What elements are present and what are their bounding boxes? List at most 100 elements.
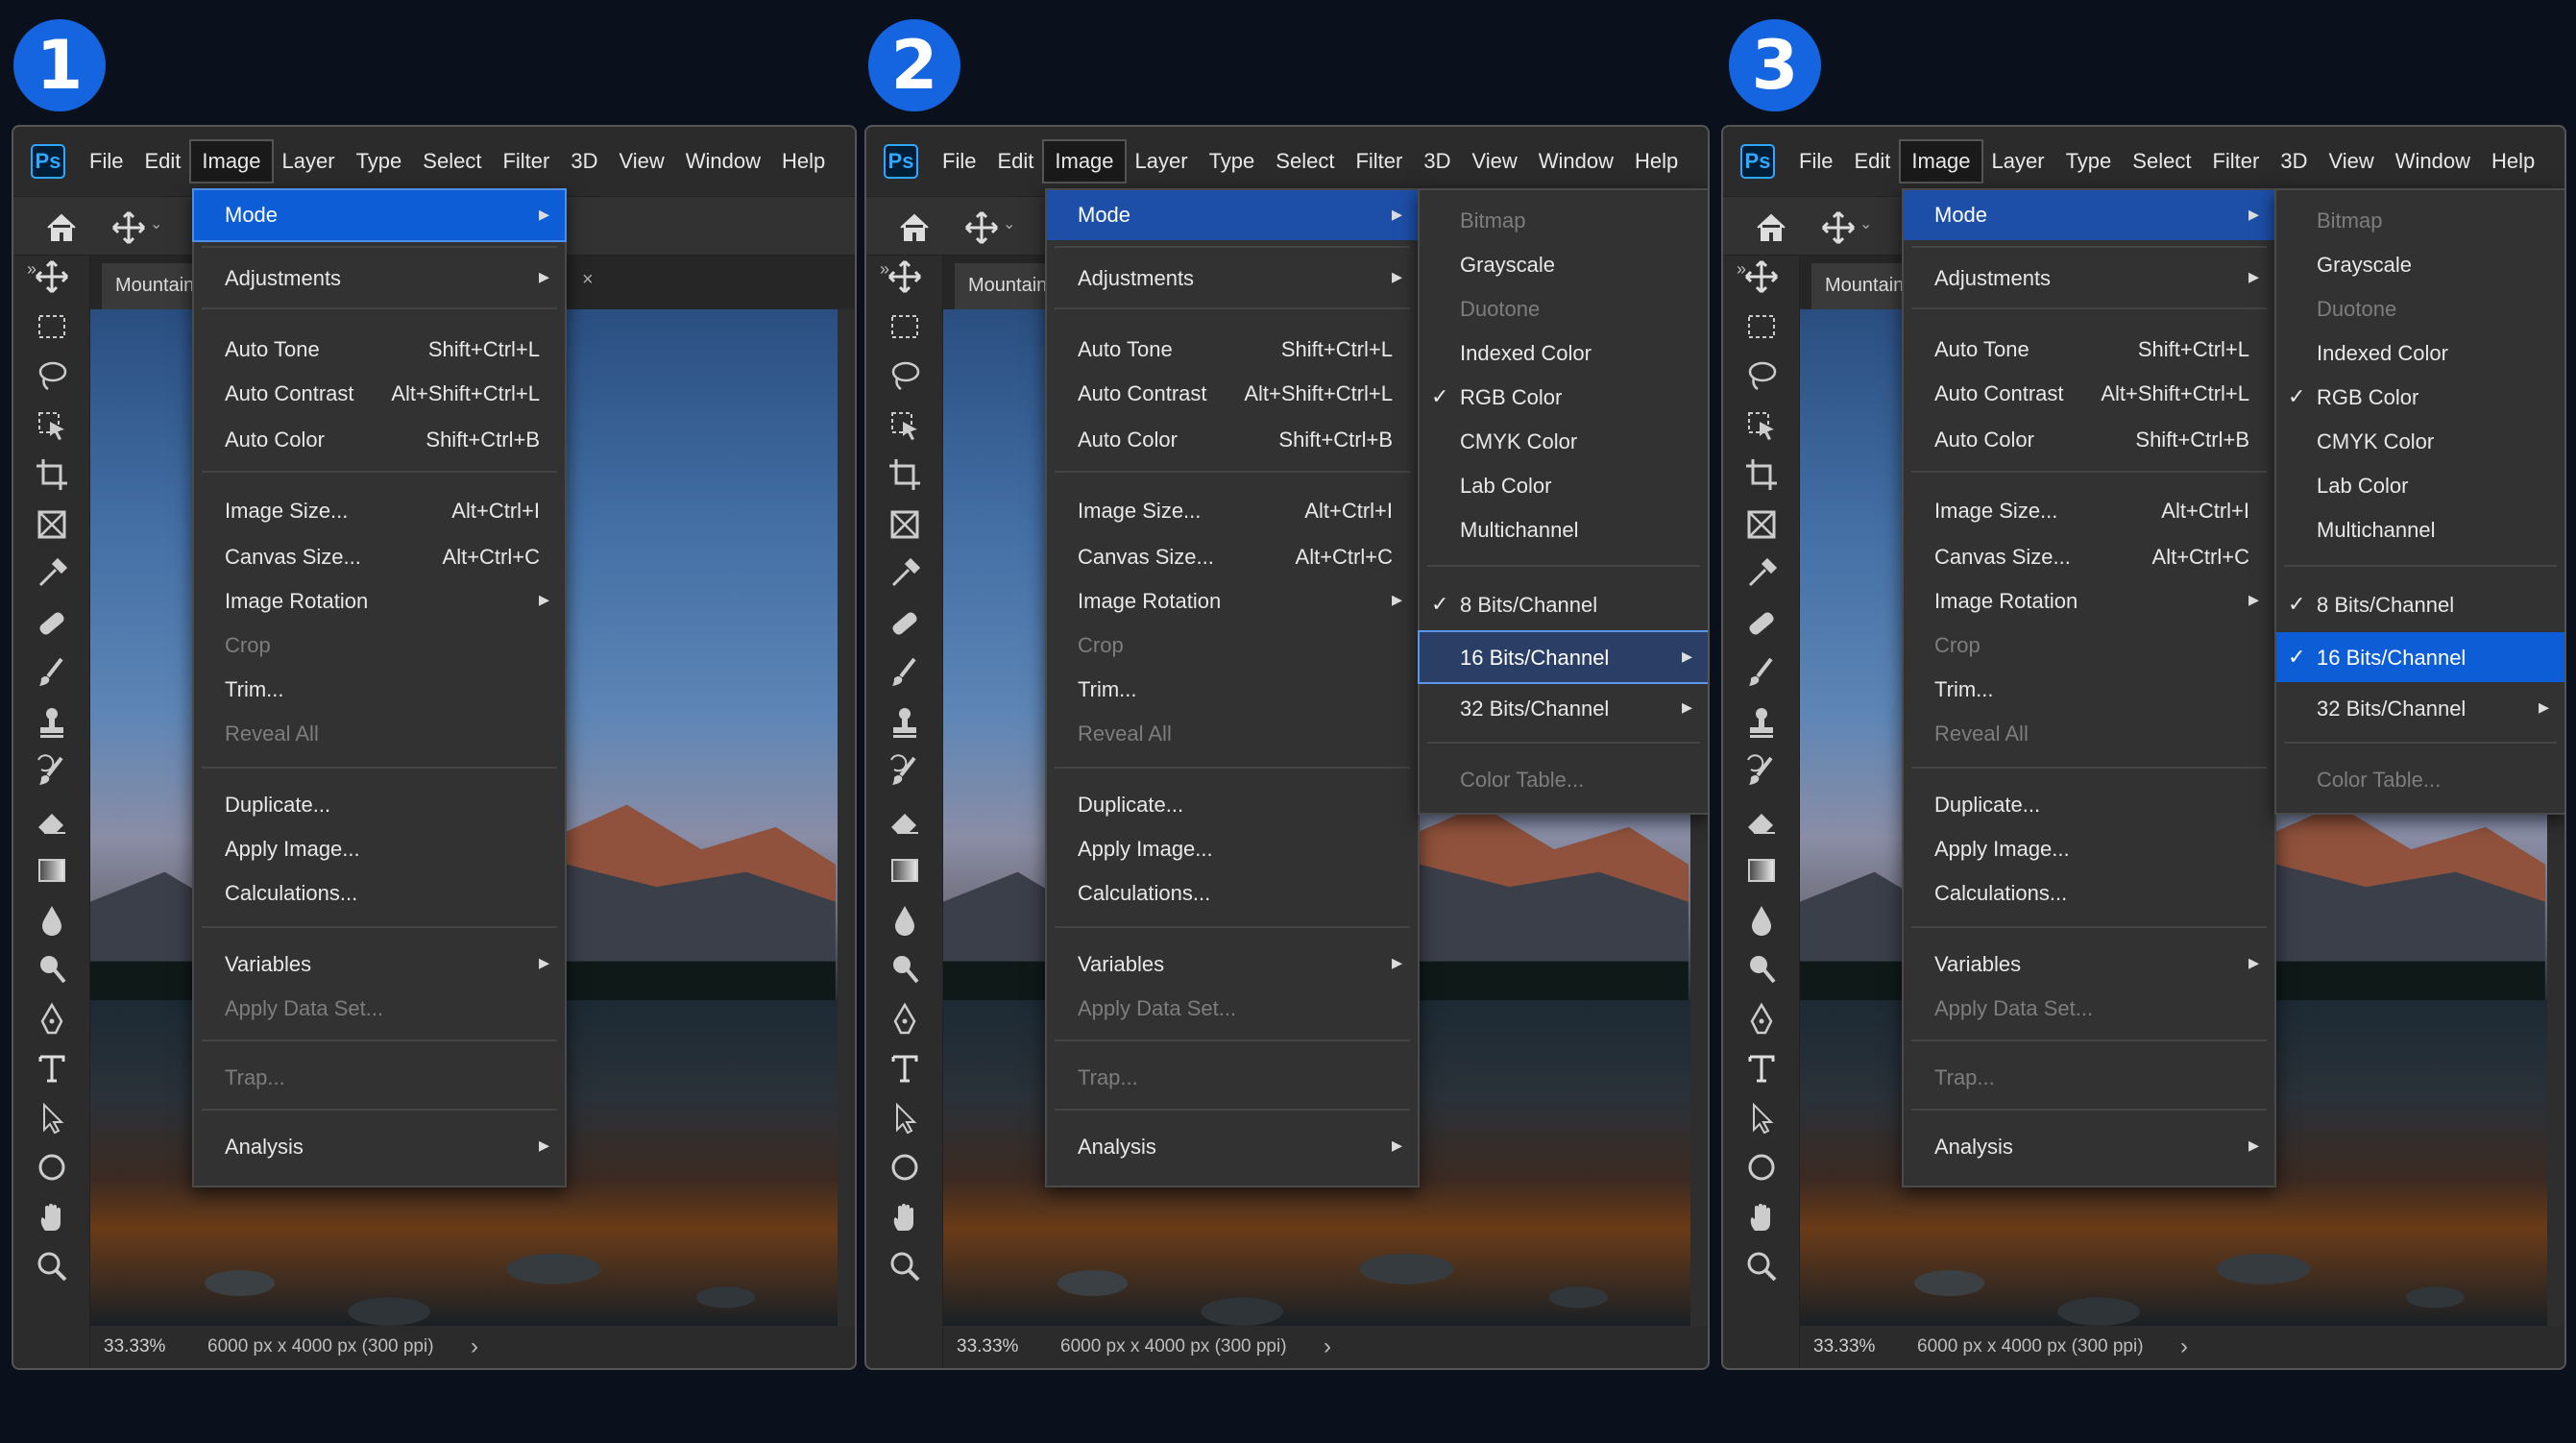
mode-16-bits[interactable]: ✓16 Bits/Channel▸ [2276,632,2564,682]
menu-image[interactable]: Image [1042,139,1127,183]
menu-item-trim[interactable]: Trim... [1904,669,2274,709]
path-select-icon[interactable] [886,1099,924,1137]
vertical-scrollbar[interactable] [838,309,855,1326]
mode-cmyk-color[interactable]: CMYK Color [2276,421,2564,461]
crop-tool-icon[interactable] [33,455,71,494]
menu-3d[interactable]: 3D [560,141,608,182]
menu-item-auto-contrast[interactable]: Auto Contrast Alt+Shift+Ctrl+L [1904,373,2274,413]
lasso-tool-icon[interactable] [886,356,924,395]
marquee-tool-icon[interactable] [33,307,71,346]
zoom-tool-icon[interactable] [1742,1247,1781,1285]
panel-collapse-icon[interactable]: » [880,259,889,280]
menu-view[interactable]: View [1461,141,1527,182]
type-tool-icon[interactable] [1742,1049,1781,1088]
menu-item-adjustments[interactable]: Adjustments ▸ [1047,257,1418,298]
eraser-tool-icon[interactable] [1742,802,1781,841]
eyedropper-tool-icon[interactable] [1742,554,1781,593]
home-icon[interactable] [42,208,81,247]
menu-type[interactable]: Type [1199,141,1266,182]
menu-view[interactable]: View [2318,141,2384,182]
object-select-tool-icon[interactable] [886,406,924,445]
mode-rgb-color[interactable]: ✓ RGB Color [2276,377,2564,417]
menu-item-mode[interactable]: Mode ▸ [192,188,567,242]
dodge-tool-icon[interactable] [1742,950,1781,989]
lasso-tool-icon[interactable] [33,356,71,395]
menu-select[interactable]: Select [2122,141,2201,182]
menu-item-canvas-size[interactable]: Canvas Size... Alt+Ctrl+C [1047,536,1418,576]
zoom-tool-icon[interactable] [33,1247,71,1285]
menu-3d[interactable]: 3D [2270,141,2318,182]
mode-grayscale[interactable]: Grayscale [1420,244,1708,284]
menu-item-variables[interactable]: Variables ▸ [1047,943,1418,984]
menu-item-calculations[interactable]: Calculations... [1904,872,2274,913]
mode-32-bits[interactable]: 32 Bits/Channel ▸ [1420,688,1708,728]
menu-item-apply-image[interactable]: Apply Image... [1047,828,1418,868]
panel-collapse-icon[interactable]: » [1737,259,1746,280]
ellipse-tool-icon[interactable] [1742,1148,1781,1186]
menu-item-analysis[interactable]: Analysis ▸ [1047,1126,1418,1166]
eyedropper-tool-icon[interactable] [886,554,924,593]
menu-layer[interactable]: Layer [1125,141,1199,182]
mode-8-bits[interactable]: ✓ 8 Bits/Channel [1420,584,1708,624]
object-select-tool-icon[interactable] [1742,406,1781,445]
mode-8-bits[interactable]: ✓ 8 Bits/Channel [2276,584,2564,624]
menu-item-calculations[interactable]: Calculations... [194,872,565,913]
ellipse-tool-icon[interactable] [33,1148,71,1186]
menu-item-image-size[interactable]: Image Size... Alt+Ctrl+I [1047,490,1418,530]
menu-item-trim[interactable]: Trim... [1047,669,1418,709]
menu-item-analysis[interactable]: Analysis ▸ [1904,1126,2274,1166]
mode-multichannel[interactable]: Multichannel [2276,509,2564,550]
menu-window[interactable]: Window [2385,141,2481,182]
menu-item-auto-color[interactable]: Auto Color Shift+Ctrl+B [1904,419,2274,459]
frame-tool-icon[interactable] [33,505,71,544]
blur-tool-icon[interactable] [33,901,71,940]
menu-edit[interactable]: Edit [986,141,1044,182]
frame-tool-icon[interactable] [1742,505,1781,544]
menu-window[interactable]: Window [675,141,771,182]
zoom-tool-icon[interactable] [886,1247,924,1285]
clone-stamp-icon[interactable] [1742,703,1781,742]
menu-select[interactable]: Select [412,141,492,182]
menu-file[interactable]: File [79,141,134,182]
menu-item-canvas-size[interactable]: Canvas Size... Alt+Ctrl+C [1904,536,2274,576]
hand-tool-icon[interactable] [33,1198,71,1236]
brush-tool-icon[interactable] [33,653,71,692]
healing-brush-icon[interactable] [886,604,924,643]
menu-image[interactable]: Image [1899,139,1983,183]
zoom-level[interactable]: 33.33% [1813,1336,1875,1357]
menu-filter[interactable]: Filter [492,141,560,182]
menu-item-auto-color[interactable]: Auto Color Shift+Ctrl+B [1047,419,1418,459]
menu-3d[interactable]: 3D [1413,141,1461,182]
menu-item-auto-tone[interactable]: Auto Tone Shift+Ctrl+L [1904,329,2274,369]
move-tool-icon[interactable] [33,257,71,296]
menu-item-auto-contrast[interactable]: Auto Contrast Alt+Shift+Ctrl+L [194,373,565,413]
path-select-icon[interactable] [1742,1099,1781,1137]
mode-rgb-color[interactable]: ✓ RGB Color [1420,377,1708,417]
type-tool-icon[interactable] [33,1049,71,1088]
menu-select[interactable]: Select [1265,141,1345,182]
menu-item-mode[interactable]: Mode ▸ [1904,190,2274,240]
brush-tool-icon[interactable] [1742,653,1781,692]
menu-item-image-rotation[interactable]: Image Rotation ▸ [1047,580,1418,621]
crop-tool-icon[interactable] [1742,455,1781,494]
healing-brush-icon[interactable] [1742,604,1781,643]
mode-indexed-color[interactable]: Indexed Color [1420,332,1708,373]
zoom-level[interactable]: 33.33% [957,1336,1018,1357]
menu-item-calculations[interactable]: Calculations... [1047,872,1418,913]
menu-image[interactable]: Image [189,139,274,183]
object-select-tool-icon[interactable] [33,406,71,445]
crop-tool-icon[interactable] [886,455,924,494]
hand-tool-icon[interactable] [1742,1198,1781,1236]
menu-edit[interactable]: Edit [134,141,191,182]
home-icon[interactable] [895,208,934,247]
eraser-tool-icon[interactable] [886,802,924,841]
mode-16-bits[interactable]: 16 Bits/Channel ▸ [1418,630,1708,684]
dodge-tool-icon[interactable] [886,950,924,989]
move-tool-preset-icon[interactable] [962,208,1001,247]
move-tool-icon[interactable] [1742,257,1781,296]
menu-item-adjustments[interactable]: Adjustments ▸ [1904,257,2274,298]
menu-filter[interactable]: Filter [2201,141,2270,182]
menu-item-trim[interactable]: Trim... [194,669,565,709]
menu-view[interactable]: View [608,141,674,182]
pen-tool-icon[interactable] [1742,1000,1781,1039]
